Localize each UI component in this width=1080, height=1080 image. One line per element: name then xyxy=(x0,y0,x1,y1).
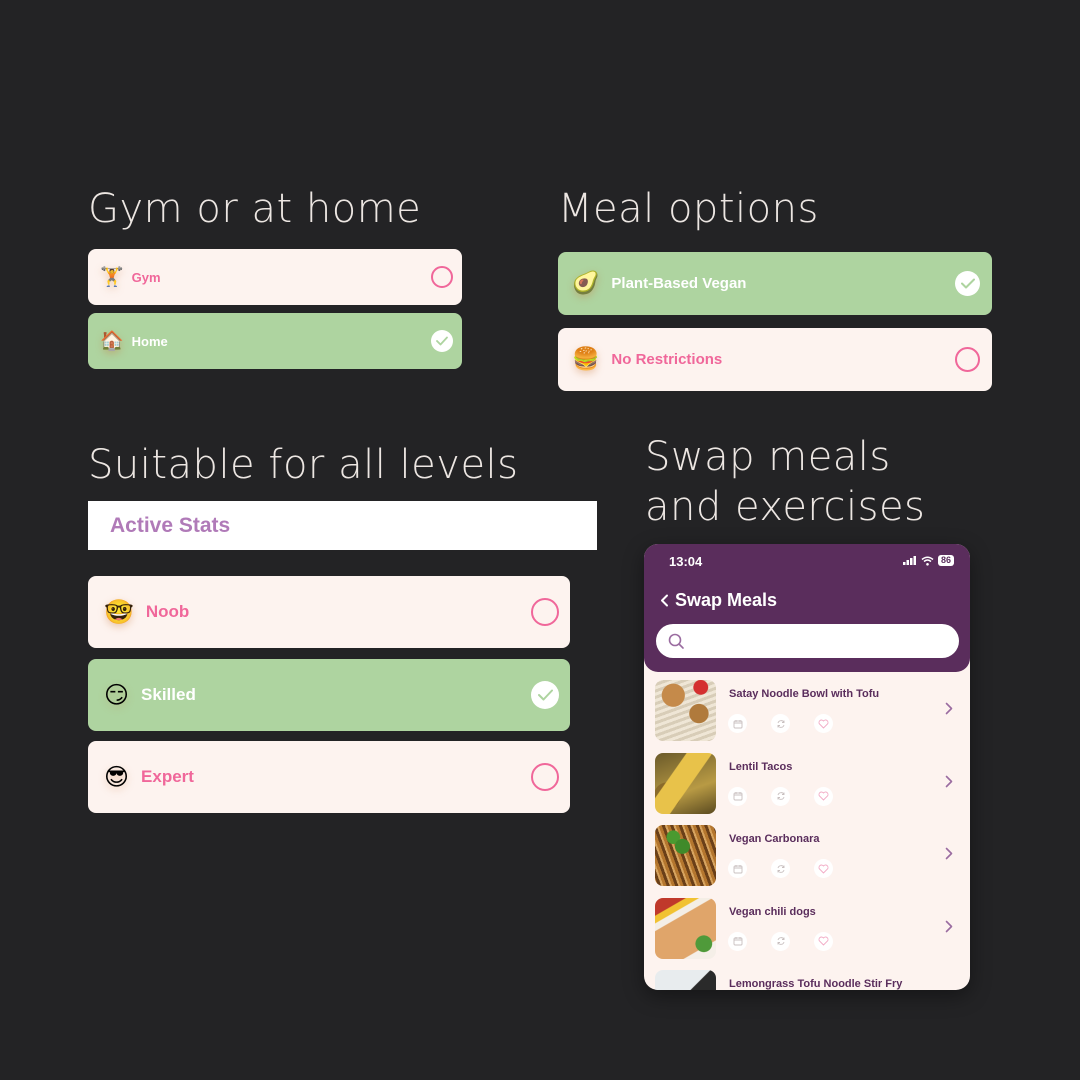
back-chevron-icon[interactable] xyxy=(660,594,669,607)
nav-bar: Swap Meals xyxy=(660,590,777,611)
meal-item[interactable]: Vegan Carbonara xyxy=(644,825,970,898)
meal-item[interactable]: Lemongrass Tofu Noodle Stir Fry xyxy=(644,970,970,990)
option-label: No Restrictions xyxy=(611,351,723,368)
calendar-icon[interactable] xyxy=(728,931,747,951)
meal-item[interactable]: Lentil Tacos xyxy=(644,752,970,826)
heading-swap: Swap meals and exercises xyxy=(645,432,925,532)
option-label: Expert xyxy=(141,767,194,786)
chevron-right-icon[interactable] xyxy=(945,920,953,933)
status-icons: 86 xyxy=(902,555,954,566)
meal-thumbnail xyxy=(655,680,716,741)
option-no-restrictions[interactable]: 🍔 No Restrictions xyxy=(558,328,992,391)
calendar-icon[interactable] xyxy=(728,786,747,806)
heading-swap-line1: Swap meals xyxy=(645,434,891,480)
option-noob[interactable]: 🤓 Noob xyxy=(88,576,570,648)
heart-icon[interactable] xyxy=(814,786,833,806)
screen-title: Swap Meals xyxy=(675,590,778,610)
meal-thumbnail xyxy=(655,825,716,886)
house-icon: 🏠 xyxy=(100,329,124,352)
calendar-icon[interactable] xyxy=(728,859,747,878)
calendar-icon[interactable] xyxy=(728,714,747,733)
option-label: Noob xyxy=(145,602,190,621)
option-label: Home xyxy=(131,333,168,349)
radio-unchecked-icon[interactable] xyxy=(531,598,559,626)
swap-icon[interactable] xyxy=(771,786,790,806)
meal-name: Satay Noodle Bowl with Tofu xyxy=(729,688,880,700)
meal-actions xyxy=(728,786,833,806)
option-label: Gym xyxy=(131,269,161,285)
swap-icon[interactable] xyxy=(771,859,790,878)
meal-name: Vegan chili dogs xyxy=(729,905,816,918)
radio-unchecked-icon[interactable] xyxy=(955,347,980,372)
phone-swap-meals-screen: 13:04 86 Swap Meals Satay Noodle Bowl wi… xyxy=(644,544,970,990)
active-stats-banner: Active Stats xyxy=(88,501,597,550)
heart-icon[interactable] xyxy=(814,931,833,951)
option-label: Skilled xyxy=(141,685,196,704)
option-skilled[interactable]: 😏 Skilled xyxy=(88,659,570,731)
chevron-right-icon[interactable] xyxy=(945,702,953,715)
weightlifter-icon: 🏋️ xyxy=(100,265,124,288)
heading-meal-options: Meal options xyxy=(558,186,819,232)
option-expert[interactable]: 😎 Expert xyxy=(88,741,570,813)
meal-thumbnail xyxy=(655,897,716,959)
option-plant-based-vegan[interactable]: 🥑 Plant-Based Vegan xyxy=(558,252,992,315)
heart-icon[interactable] xyxy=(814,859,833,878)
option-label: Plant-Based Vegan xyxy=(611,275,747,292)
sunglasses-face-icon: 😎 xyxy=(104,763,130,791)
meal-actions xyxy=(728,859,833,878)
search-icon xyxy=(668,633,684,649)
swap-icon[interactable] xyxy=(771,931,790,951)
heading-gym-or-home: Gym or at home xyxy=(88,186,422,232)
radio-checked-icon[interactable] xyxy=(955,271,980,296)
meal-actions xyxy=(728,714,833,733)
meal-name: Vegan Carbonara xyxy=(729,833,820,845)
burger-icon: 🍔 xyxy=(572,346,600,372)
meal-item[interactable]: Vegan chili dogs xyxy=(644,897,970,971)
meal-item[interactable]: Satay Noodle Bowl with Tofu xyxy=(644,680,970,753)
heart-icon[interactable] xyxy=(814,714,833,733)
chevron-right-icon[interactable] xyxy=(945,775,953,788)
option-home[interactable]: 🏠 Home xyxy=(88,313,462,369)
search-input[interactable] xyxy=(691,624,959,658)
meal-actions xyxy=(728,931,833,951)
heading-all-levels: Suitable for all levels xyxy=(88,442,519,488)
chevron-right-icon[interactable] xyxy=(945,847,953,860)
meal-name: Lentil Tacos xyxy=(729,760,793,773)
search-bar[interactable] xyxy=(656,624,959,658)
option-gym[interactable]: 🏋️ Gym xyxy=(88,249,462,305)
battery-icon: 86 xyxy=(937,555,954,566)
smirk-face-icon: 😏 xyxy=(104,681,130,709)
avocado-icon: 🥑 xyxy=(572,270,600,296)
meal-thumbnail xyxy=(655,752,716,814)
signal-icon xyxy=(902,556,916,565)
radio-unchecked-icon[interactable] xyxy=(431,266,453,288)
status-time: 13:04 xyxy=(669,554,703,569)
phone-header: 13:04 86 Swap Meals xyxy=(644,544,970,672)
swap-icon[interactable] xyxy=(771,714,790,733)
meal-thumbnail xyxy=(655,970,716,990)
meal-list: Satay Noodle Bowl with Tofu Lentil Tacos… xyxy=(644,680,970,990)
radio-unchecked-icon[interactable] xyxy=(531,763,559,791)
nerd-face-icon: 🤓 xyxy=(104,598,134,626)
meal-name: Lemongrass Tofu Noodle Stir Fry xyxy=(729,978,903,990)
wifi-icon xyxy=(921,556,934,566)
radio-checked-icon[interactable] xyxy=(431,330,453,352)
radio-checked-icon[interactable] xyxy=(531,681,559,709)
heading-swap-line2: and exercises xyxy=(645,484,926,530)
active-stats-title: Active Stats xyxy=(110,513,231,537)
